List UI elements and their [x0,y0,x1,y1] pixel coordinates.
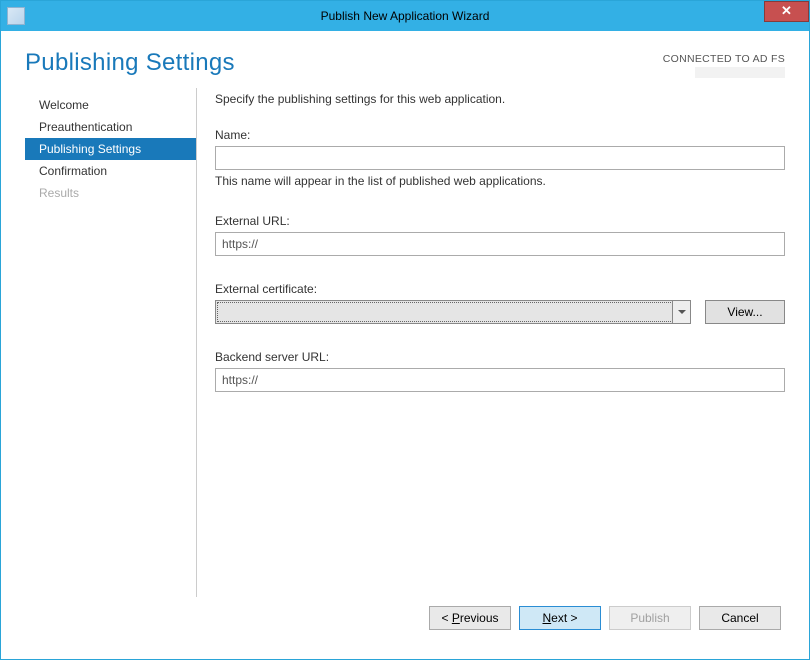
view-cert-button[interactable]: View... [705,300,785,324]
chevron-down-icon [672,301,690,323]
next-button[interactable]: Next > [519,606,601,630]
sidebar-item-preauth[interactable]: Preauthentication [25,116,196,138]
sidebar-item-label: Results [39,186,79,200]
body-row: Welcome Preauthentication Publishing Set… [9,88,801,597]
backend-url-input[interactable] [215,368,785,392]
name-input[interactable] [215,146,785,170]
external-url-input[interactable] [215,232,785,256]
connection-status-detail [695,67,785,78]
titlebar: Publish New Application Wizard ✕ [1,1,809,31]
cancel-button[interactable]: Cancel [699,606,781,630]
page-heading: Publishing Settings [25,49,235,77]
sidebar-item-results: Results [25,182,196,204]
sidebar: Welcome Preauthentication Publishing Set… [25,88,197,597]
close-button[interactable]: ✕ [764,1,809,22]
form-area: Specify the publishing settings for this… [197,88,785,597]
sidebar-item-confirmation[interactable]: Confirmation [25,160,196,182]
external-cert-select[interactable] [215,300,691,324]
wizard-window: Publish New Application Wizard ✕ Publish… [0,0,810,660]
close-icon: ✕ [781,3,792,18]
external-cert-label: External certificate: [215,282,785,296]
backend-url-label: Backend server URL: [215,350,785,364]
header-row: Publishing Settings CONNECTED TO AD FS [9,39,801,88]
footer: < Previous Next > Publish Cancel [9,597,801,651]
sidebar-item-label: Preauthentication [39,120,132,134]
sidebar-item-label: Welcome [39,98,89,112]
app-icon [7,7,25,25]
form-intro: Specify the publishing settings for this… [215,92,785,106]
publish-button: Publish [609,606,691,630]
sidebar-item-publishing-settings[interactable]: Publishing Settings [25,138,196,160]
sidebar-item-label: Publishing Settings [39,142,141,156]
sidebar-item-label: Confirmation [39,164,107,178]
previous-button[interactable]: < Previous [429,606,511,630]
connection-status-text: CONNECTED TO AD FS [663,53,785,65]
window-title: Publish New Application Wizard [1,9,809,23]
sidebar-item-welcome[interactable]: Welcome [25,94,196,116]
wizard-body: Publishing Settings CONNECTED TO AD FS W… [9,39,801,651]
external-url-label: External URL: [215,214,785,228]
connection-status: CONNECTED TO AD FS [663,49,785,78]
cert-row: View... [215,300,785,324]
name-label: Name: [215,128,785,142]
name-note: This name will appear in the list of pub… [215,174,785,188]
